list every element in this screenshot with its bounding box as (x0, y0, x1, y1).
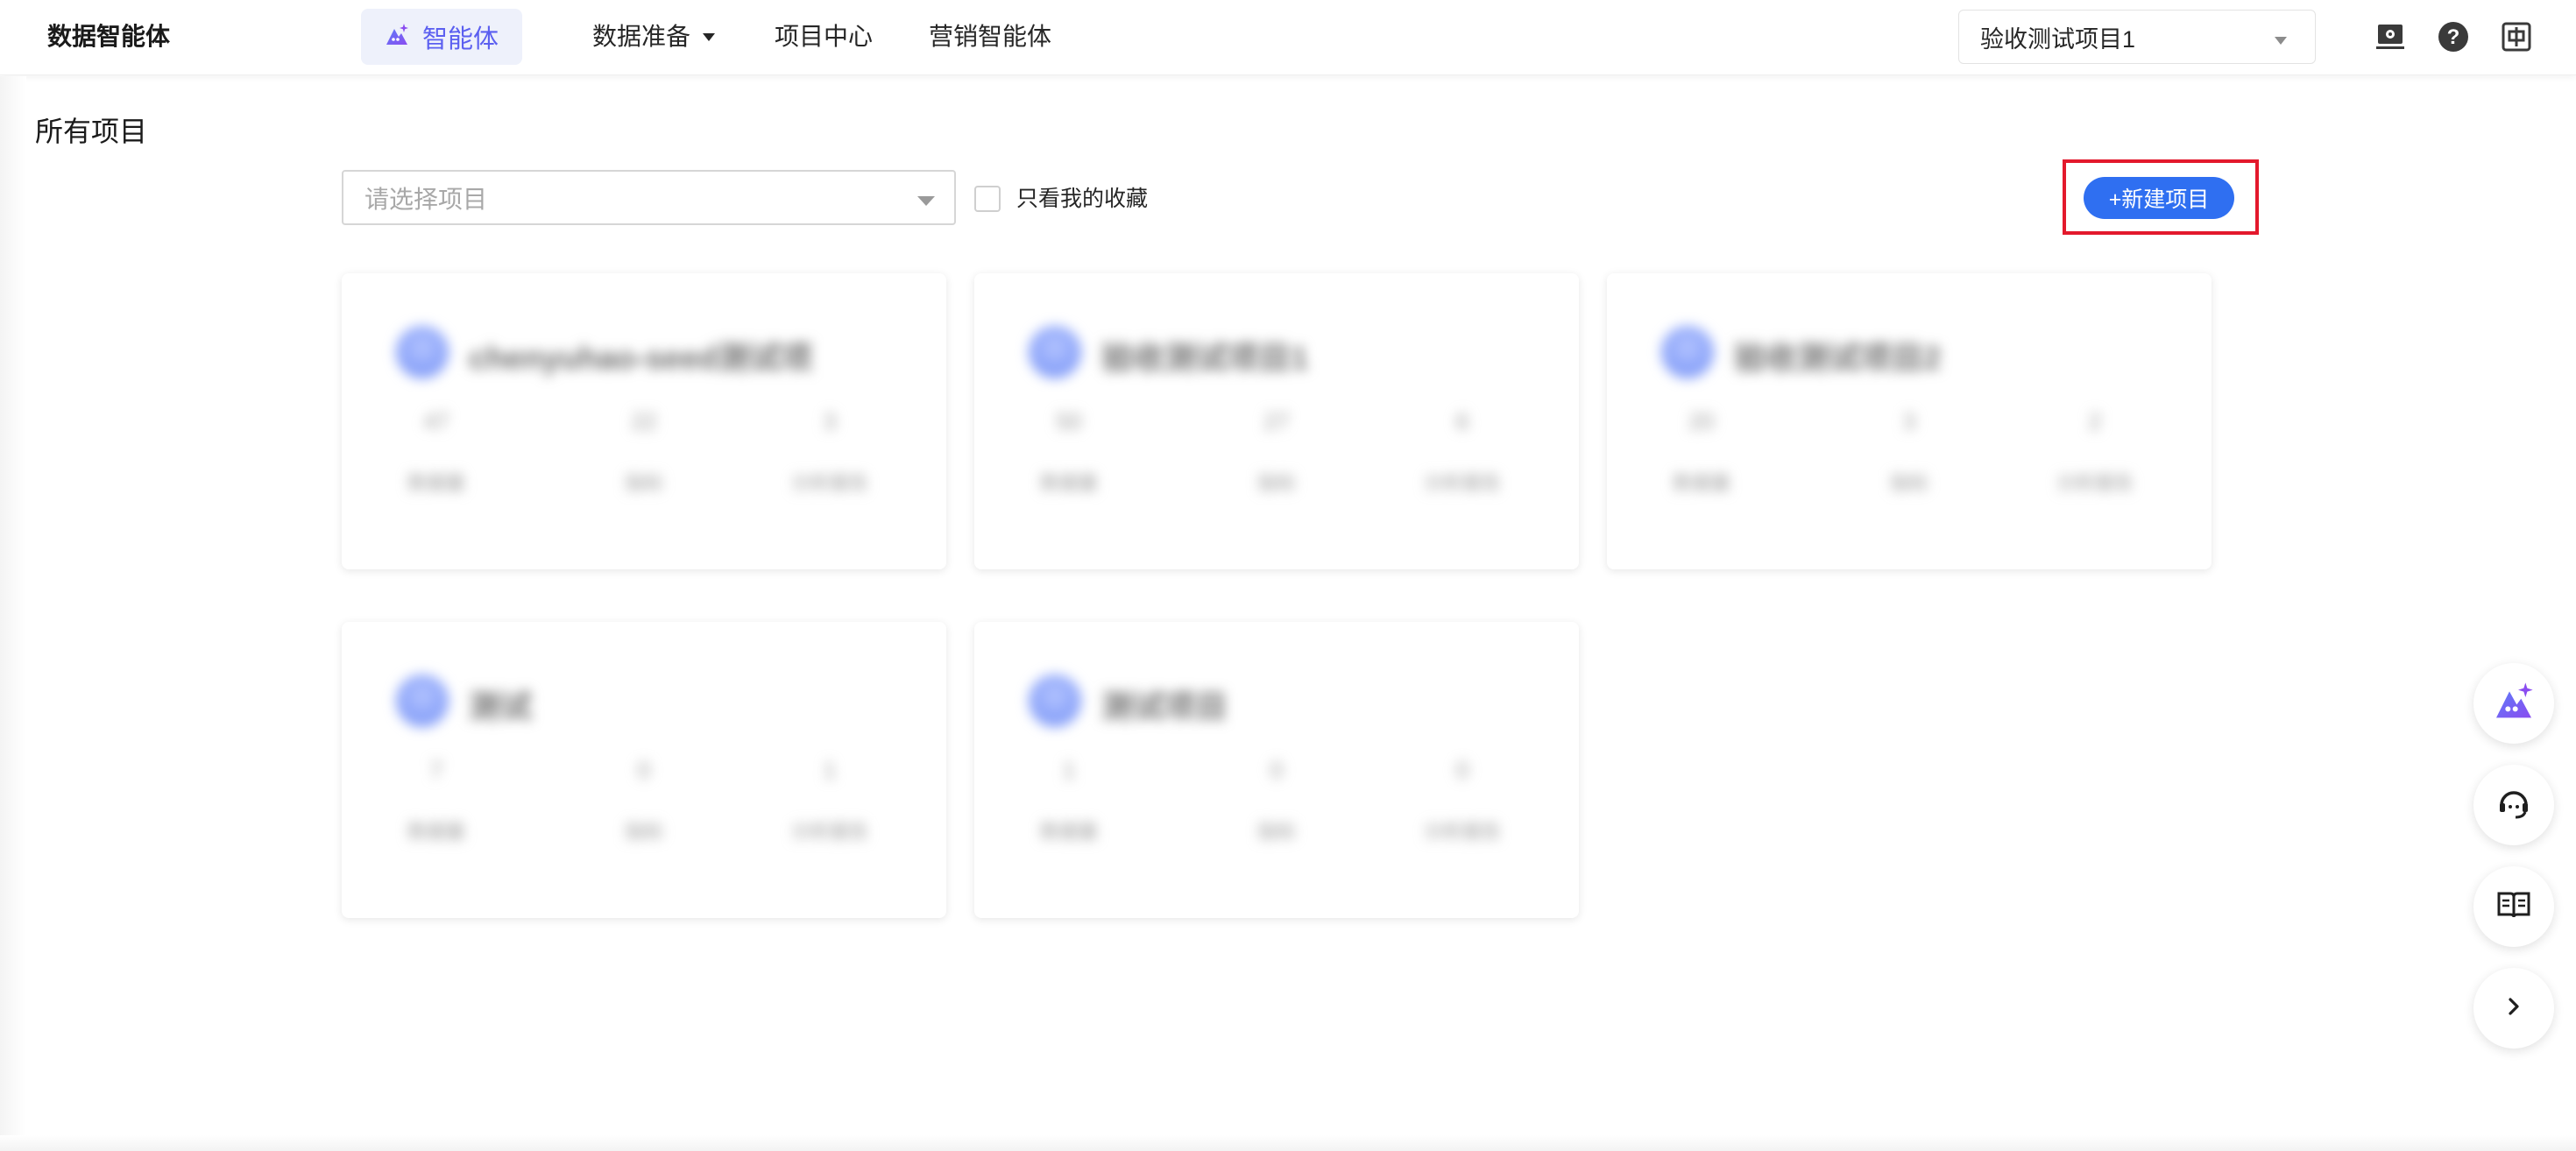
project-stat: 2 (2088, 408, 2102, 434)
project-stat: 0 (637, 757, 651, 783)
bottom-edge (0, 1135, 2576, 1151)
monitor-settings-icon[interactable] (2373, 19, 2408, 54)
caret-down-icon (2275, 37, 2287, 45)
project-stat-label: 指标 (1889, 472, 1928, 494)
nav-item-label: 营销智能体 (929, 23, 1052, 50)
project-stat: 3 (1902, 408, 1916, 434)
nav-item-marketing-agent[interactable]: 营销智能体 (929, 18, 1051, 56)
left-pane-edge (0, 76, 26, 1151)
project-stat: 1 (1062, 757, 1076, 783)
project-avatar (1029, 674, 1081, 727)
favorites-only-checkbox[interactable] (974, 186, 1001, 212)
project-avatar (1661, 326, 1714, 378)
guide-float-button[interactable] (2473, 866, 2554, 947)
project-avatar (396, 326, 449, 378)
project-stat: 50 (1056, 408, 1082, 434)
project-card[interactable]: 验收测试项目2 20 3 2 数据量 指标 分析报告 (1607, 273, 2212, 569)
nav-item-data-prep[interactable]: 数据准备 (592, 18, 716, 56)
nav-item-agent[interactable]: 智能体 (361, 9, 522, 65)
agent-float-button[interactable] (2473, 663, 2554, 744)
svg-text:?: ? (2447, 25, 2460, 49)
agent-icon (2492, 680, 2536, 728)
project-avatar (1029, 326, 1081, 378)
project-stat-label: 指标 (624, 472, 663, 494)
top-nav-bar: 数据智能体 智能体 数据准备 项目中心 营销智能体 验收测试项目1 ? (0, 0, 2576, 75)
app-title: 数据智能体 (47, 23, 171, 50)
project-stat-label: 指标 (1256, 472, 1296, 494)
project-stat: 27 (1263, 408, 1290, 434)
nav-item-label: 项目中心 (775, 23, 874, 50)
support-icon (2495, 784, 2533, 827)
guide-book-icon (2495, 886, 2533, 929)
project-stat-label: 分析报告 (1423, 472, 1501, 494)
project-stat: 0 (1455, 757, 1469, 783)
project-name: 验收测试项目1 (1101, 340, 1309, 376)
project-stat: 3 (823, 408, 837, 434)
project-name: 测试 (469, 688, 533, 724)
caret-down-icon (917, 196, 935, 206)
project-stat: 22 (631, 408, 657, 434)
project-stat-label: 分析报告 (790, 821, 868, 843)
nav-item-label: 数据准备 (592, 23, 691, 50)
project-stat-label: 指标 (1256, 821, 1296, 843)
project-stat: 0 (1270, 757, 1284, 783)
project-name: 验收测试项目2 (1734, 340, 1942, 376)
project-filter-select[interactable]: 请选择项目 (342, 170, 956, 225)
page-title: 所有项目 (35, 116, 148, 147)
project-stat-label: 数据量 (407, 821, 465, 843)
support-float-button[interactable] (2473, 765, 2554, 845)
project-stat-label: 数据量 (1039, 472, 1098, 494)
caret-down-icon (703, 32, 716, 41)
nav-item-agent-label: 智能体 (422, 25, 499, 53)
project-card[interactable]: 验收测试项目1 50 27 6 数据量 指标 分析报告 (974, 273, 1579, 569)
project-stat-label: 分析报告 (1423, 821, 1501, 843)
project-avatar (396, 674, 449, 727)
project-name: chenyuhao-seed测试项 (469, 340, 813, 376)
project-stat: 7 (429, 757, 443, 783)
project-card[interactable]: chenyuhao-seed测试项 47 22 3 数据量 指标 分析报告 (342, 273, 946, 569)
current-project-select[interactable]: 验收测试项目1 (1958, 10, 2316, 64)
project-stat-label: 数据量 (407, 472, 465, 494)
project-stat-label: 分析报告 (790, 472, 868, 494)
chevron-right-icon (2501, 993, 2527, 1024)
project-filter-placeholder: 请选择项目 (364, 185, 488, 213)
new-project-button[interactable]: +新建项目 (2084, 177, 2234, 219)
project-stat: 20 (1688, 408, 1715, 434)
project-card[interactable]: 测试项目 1 0 0 数据量 指标 分析报告 (974, 622, 1579, 918)
project-stat-label: 数据量 (1039, 821, 1098, 843)
expand-float-button[interactable] (2473, 968, 2554, 1049)
help-icon[interactable]: ? (2436, 19, 2471, 54)
project-stat: 1 (823, 757, 837, 783)
project-stat: 47 (423, 408, 449, 434)
nav-item-project-center[interactable]: 项目中心 (775, 18, 873, 56)
agent-icon (384, 22, 410, 53)
project-name: 测试项目 (1101, 688, 1228, 724)
project-stat-label: 数据量 (1672, 472, 1730, 494)
current-project-value: 验收测试项目1 (1980, 25, 2136, 53)
project-stat-label: 指标 (624, 821, 663, 843)
language-icon[interactable] (2499, 19, 2534, 54)
favorites-only-label[interactable]: 只看我的收藏 (1016, 182, 1148, 215)
project-stat-label: 分析报告 (2056, 472, 2134, 494)
project-stat: 6 (1455, 408, 1469, 434)
project-card[interactable]: 测试 7 0 1 数据量 指标 分析报告 (342, 622, 946, 918)
